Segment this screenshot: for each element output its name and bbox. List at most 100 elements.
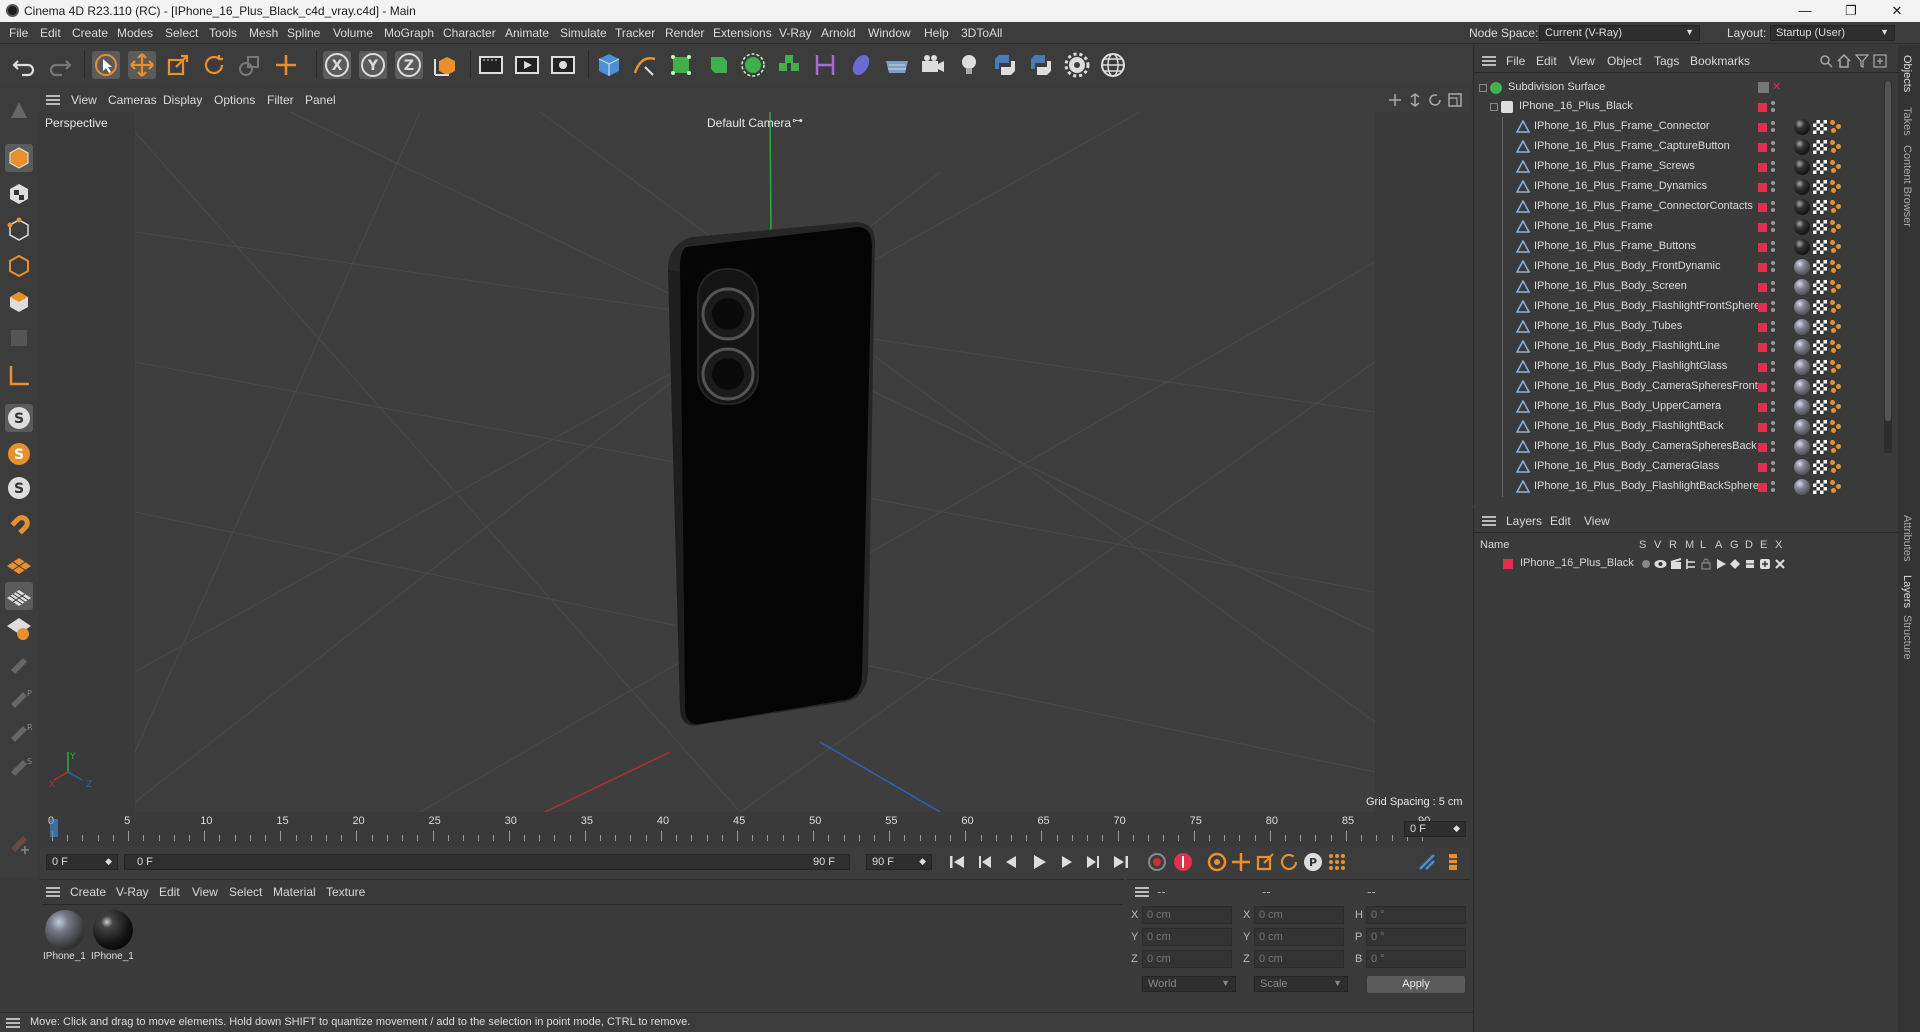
- material-menu-select[interactable]: Select: [229, 885, 262, 899]
- phong-tag-icon[interactable]: [1830, 240, 1844, 254]
- layer-column-d[interactable]: D: [1745, 539, 1753, 551]
- material-menu-view[interactable]: View: [192, 885, 218, 899]
- object-row[interactable]: IPhone_16_Plus_Frame_Dynamics: [1474, 177, 1884, 197]
- rotate-icon[interactable]: [200, 51, 228, 79]
- phong-tag-icon[interactable]: [1830, 180, 1844, 194]
- phong-tag-icon[interactable]: [1830, 260, 1844, 274]
- collapse-icon[interactable]: [1490, 103, 1498, 111]
- object-menu-object[interactable]: Object: [1607, 54, 1642, 68]
- layer-color-swatch[interactable]: [1503, 559, 1513, 569]
- coords-menu-icon[interactable]: [1135, 887, 1149, 897]
- visibility-dots-icon[interactable]: [1771, 201, 1775, 213]
- timeline-playhead[interactable]: [50, 819, 58, 837]
- y-axis-lock-icon[interactable]: Y: [359, 51, 387, 79]
- menu-file[interactable]: File: [9, 26, 28, 40]
- material-tag-icon[interactable]: [1794, 159, 1810, 175]
- render-view-icon[interactable]: [477, 51, 505, 79]
- maximize-button[interactable]: ❐: [1828, 0, 1874, 22]
- material-tag-icon[interactable]: [1794, 299, 1810, 315]
- live-selection-icon[interactable]: [92, 51, 120, 79]
- timeline-window-icon[interactable]: [1442, 851, 1464, 873]
- uvw-tag-icon[interactable]: [1813, 200, 1827, 214]
- filter-icon[interactable]: [1855, 54, 1869, 68]
- uvw-tag-icon[interactable]: [1813, 180, 1827, 194]
- layer-color-swatch[interactable]: [1758, 283, 1767, 292]
- scale-mode-dropdown[interactable]: Scale ▼: [1254, 976, 1348, 992]
- material-tag-icon[interactable]: [1794, 479, 1810, 495]
- sculpt-pull-icon[interactable]: P: [5, 684, 33, 712]
- move-icon[interactable]: [128, 51, 156, 79]
- layer-color-swatch[interactable]: [1758, 263, 1767, 272]
- xrefs-icon[interactable]: [1774, 558, 1786, 570]
- layer-color-swatch[interactable]: [1758, 483, 1767, 492]
- object-row-root[interactable]: Subdivision Surface ✕: [1474, 78, 1884, 98]
- object-row[interactable]: IPhone_16_Plus_Body_FlashlightBackSphere: [1474, 477, 1884, 497]
- phong-tag-icon[interactable]: [1830, 480, 1844, 494]
- material-tag-icon[interactable]: [1794, 279, 1810, 295]
- phong-tag-icon[interactable]: [1830, 420, 1844, 434]
- visibility-dots-icon[interactable]: [1771, 401, 1775, 413]
- keyframe-selection-icon[interactable]: [1206, 851, 1228, 873]
- uvw-tag-icon[interactable]: [1813, 120, 1827, 134]
- perspective-viewport[interactable]: Perspective Default Camera ⊶ Grid Spacin…: [40, 112, 1470, 812]
- uvw-tag-icon[interactable]: [1813, 460, 1827, 474]
- visibility-dots-icon[interactable]: [1771, 441, 1775, 453]
- phong-tag-icon[interactable]: [1830, 220, 1844, 234]
- menu-tools[interactable]: Tools: [209, 26, 237, 40]
- layer-column-l[interactable]: L: [1700, 539, 1706, 551]
- material-tag-icon[interactable]: [1794, 439, 1810, 455]
- layer-column-g[interactable]: G: [1730, 539, 1739, 551]
- coordinate-space-dropdown[interactable]: World ▼: [1142, 976, 1236, 992]
- layer-color-swatch[interactable]: [1758, 223, 1767, 232]
- material-menu-edit[interactable]: Edit: [159, 885, 180, 899]
- apply-button[interactable]: Apply: [1367, 976, 1465, 993]
- menu-3dtoall[interactable]: 3DToAll: [961, 26, 1002, 40]
- solo-dot-icon[interactable]: [1642, 560, 1650, 568]
- material-tag-icon[interactable]: [1794, 419, 1810, 435]
- viewport-menu-view[interactable]: View: [71, 93, 97, 107]
- material-tag-icon[interactable]: [1794, 139, 1810, 155]
- size-x-field[interactable]: 0 cm: [1254, 906, 1344, 924]
- edit-toggle-icon[interactable]: [1758, 82, 1769, 93]
- phong-tag-icon[interactable]: [1830, 280, 1844, 294]
- z-axis-lock-icon[interactable]: Z: [395, 51, 423, 79]
- field-icon[interactable]: [847, 51, 875, 79]
- collapse-icon[interactable]: [1479, 84, 1487, 92]
- key-scale-icon[interactable]: [1254, 851, 1276, 873]
- material-menu-vray[interactable]: V-Ray: [116, 885, 149, 899]
- visibility-dots-icon[interactable]: [1771, 381, 1775, 393]
- key-position-icon[interactable]: [1230, 851, 1252, 873]
- object-row-group[interactable]: IPhone_16_Plus_Black: [1474, 97, 1884, 117]
- menu-edit[interactable]: Edit: [40, 26, 61, 40]
- visibility-dots-icon[interactable]: [1771, 181, 1775, 193]
- visibility-dots-icon[interactable]: [1771, 341, 1775, 353]
- material-tag-icon[interactable]: [1794, 119, 1810, 135]
- phong-tag-icon[interactable]: [1830, 460, 1844, 474]
- pos-z-field[interactable]: 0 cm: [1142, 950, 1232, 968]
- paint-icon[interactable]: [5, 650, 33, 678]
- menu-extensions[interactable]: Extensions: [713, 26, 772, 40]
- tab-attributes[interactable]: Attributes: [1901, 515, 1913, 561]
- object-row[interactable]: IPhone_16_Plus_Frame_Buttons: [1474, 237, 1884, 257]
- workplane-icon[interactable]: [5, 550, 33, 578]
- object-row[interactable]: IPhone_16_Plus_Frame_Screws: [1474, 157, 1884, 177]
- uvw-tag-icon[interactable]: [1813, 440, 1827, 454]
- layer-column-a[interactable]: A: [1715, 539, 1722, 551]
- menu-mograph[interactable]: MoGraph: [384, 26, 434, 40]
- next-frame-icon[interactable]: [1056, 851, 1078, 873]
- object-row[interactable]: IPhone_16_Plus_Body_FlashlightFrontSpher…: [1474, 297, 1884, 317]
- visibility-dots-icon[interactable]: [1771, 321, 1775, 333]
- object-row[interactable]: IPhone_16_Plus_Body_FlashlightGlass: [1474, 357, 1884, 377]
- locked-workplane-icon[interactable]: [5, 614, 33, 642]
- material-tag-icon[interactable]: [1794, 459, 1810, 475]
- material-tag-icon[interactable]: [1794, 399, 1810, 415]
- tab-objects[interactable]: Objects: [1901, 55, 1913, 92]
- tab-layers[interactable]: Layers: [1901, 575, 1913, 608]
- layer-color-swatch[interactable]: [1758, 423, 1767, 432]
- material-menu-icon[interactable]: [46, 887, 60, 897]
- object-row[interactable]: IPhone_16_Plus_Body_Screen: [1474, 277, 1884, 297]
- visibility-dots-icon[interactable]: [1771, 301, 1775, 313]
- timeline-ruler[interactable]: 051015202530354045505560657075808590 0 F…: [40, 813, 1470, 847]
- object-row[interactable]: IPhone_16_Plus_Frame_CaptureButton: [1474, 137, 1884, 157]
- go-to-end-icon[interactable]: [1110, 851, 1132, 873]
